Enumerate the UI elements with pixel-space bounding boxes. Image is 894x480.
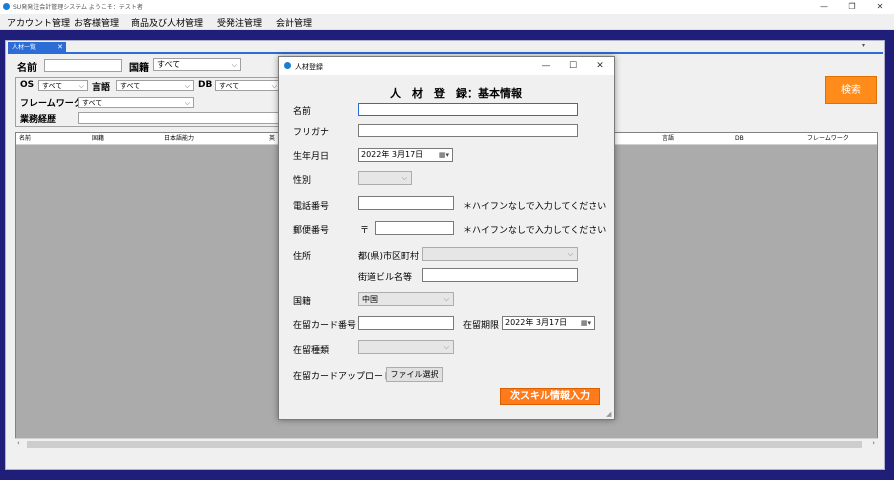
- restore-button[interactable]: ❐: [838, 0, 866, 14]
- postal-mark: 〒: [360, 226, 370, 236]
- residence-card-input[interactable]: [358, 316, 454, 330]
- street-input[interactable]: [422, 268, 578, 282]
- filter-db-select[interactable]: すべて ⌵: [215, 80, 281, 91]
- address-label: 住所: [293, 252, 312, 262]
- dialog-title: 人材登録: [295, 63, 323, 71]
- tab-dropdown-icon[interactable]: ▾: [862, 42, 865, 49]
- column-header[interactable]: 名前: [19, 133, 31, 144]
- name-input[interactable]: [358, 103, 578, 116]
- app-icon: [3, 3, 10, 10]
- upload-label: 在留カードアップロード: [293, 372, 393, 382]
- background-band: [0, 30, 894, 40]
- horizontal-scrollbar[interactable]: ‹ ›: [15, 438, 878, 450]
- calendar-icon[interactable]: ▦▾: [581, 317, 591, 329]
- next-skill-button[interactable]: 次スキル情報入力: [500, 388, 600, 405]
- minimize-button[interactable]: —: [810, 0, 838, 14]
- column-header[interactable]: フレームワーク: [807, 133, 849, 144]
- column-header[interactable]: 英: [269, 133, 275, 144]
- filter-name-input[interactable]: [44, 59, 122, 72]
- filter-os-value: すべて: [42, 82, 63, 90]
- chevron-down-icon: ⌵: [184, 99, 190, 107]
- residence-period-value: 2022年 3月17日: [505, 318, 568, 327]
- birthday-label: 生年月日: [293, 152, 330, 162]
- search-button[interactable]: 検索: [825, 76, 877, 104]
- filter-lang-select[interactable]: すべて ⌵: [116, 80, 194, 91]
- filter-framework-label: フレームワーク: [20, 99, 83, 109]
- street-label: 街道ビル名等: [358, 273, 413, 283]
- postal-note: ＊ハイフンなしで入力してください: [463, 226, 607, 236]
- filter-country-value: すべて: [157, 60, 181, 69]
- birthday-value: 2022年 3月17日: [361, 150, 424, 159]
- chevron-down-icon: ⌵: [271, 82, 277, 90]
- chevron-down-icon: ⌵: [78, 82, 84, 90]
- phone-input[interactable]: [358, 196, 454, 210]
- residence-period-label: 在留期限: [463, 321, 500, 331]
- close-button[interactable]: ✕: [866, 0, 894, 14]
- window-title: SU発発注会計管理システム ようこそ：テスト者: [13, 4, 143, 11]
- nationality-value: 中国: [362, 295, 378, 304]
- phone-label: 電話番号: [293, 202, 330, 212]
- chevron-down-icon: ⌵: [401, 174, 407, 182]
- main-titlebar: SU発発注会計管理システム ようこそ：テスト者 — ❐ ✕: [0, 0, 894, 14]
- postal-label: 郵便番号: [293, 226, 330, 236]
- dialog-minimize-button[interactable]: —: [533, 58, 559, 74]
- filter-lang-value: すべて: [120, 82, 141, 90]
- postal-input[interactable]: [375, 221, 454, 235]
- column-header[interactable]: DB: [735, 133, 744, 144]
- menu-orders[interactable]: 受発注管理: [217, 16, 262, 29]
- filter-os-select[interactable]: すべて ⌵: [38, 80, 88, 91]
- dialog-maximize-button[interactable]: ☐: [560, 58, 586, 74]
- name-label: 名前: [293, 107, 312, 117]
- menu-product-hr[interactable]: 商品及び人材管理: [131, 16, 203, 29]
- chevron-down-icon: ⌵: [231, 61, 237, 69]
- filter-db-label: DB: [198, 80, 213, 90]
- menu-account[interactable]: アカウント管理: [7, 16, 70, 29]
- gender-select[interactable]: ⌵: [358, 171, 412, 185]
- nationality-label: 国籍: [293, 297, 312, 307]
- nationality-select[interactable]: 中国 ⌵: [358, 292, 454, 306]
- prefecture-select[interactable]: ⌵: [422, 247, 578, 261]
- menu-customer[interactable]: お客様管理: [74, 16, 119, 29]
- residence-period-picker[interactable]: 2022年 3月17日 ▦▾: [502, 316, 595, 330]
- tab-label: 人材一覧: [12, 44, 37, 51]
- menu-bar: アカウント管理 お客様管理 商品及び人材管理 受発注管理 会計管理: [0, 14, 894, 30]
- residence-card-label: 在留カード番号: [293, 321, 357, 331]
- chevron-down-icon: ⌵: [443, 343, 449, 351]
- column-header[interactable]: 国籍: [92, 133, 104, 144]
- residence-type-label: 在留種類: [293, 346, 330, 356]
- chevron-down-icon: ⌵: [443, 295, 449, 303]
- calendar-icon[interactable]: ▦▾: [439, 149, 449, 161]
- tab-underline: [8, 52, 883, 54]
- column-header[interactable]: 日本語能力: [164, 133, 194, 144]
- dialog-close-button[interactable]: ✕: [587, 58, 613, 74]
- filter-framework-select[interactable]: すべて ⌵: [78, 97, 194, 108]
- dialog-app-icon: [284, 62, 291, 69]
- prefecture-label: 都(県)市区町村: [358, 252, 420, 262]
- filter-os-label: OS: [20, 80, 35, 90]
- filter-name-label: 名前: [17, 63, 37, 74]
- filter-history-input[interactable]: [78, 112, 283, 124]
- phone-note: ＊ハイフンなしで入力してください: [463, 202, 607, 212]
- filter-framework-value: すべて: [82, 99, 103, 107]
- scroll-thumb[interactable]: [27, 441, 862, 448]
- birthday-picker[interactable]: 2022年 3月17日 ▦▾: [358, 148, 453, 162]
- scroll-left-icon[interactable]: ‹: [17, 439, 20, 447]
- filter-db-value: すべて: [219, 82, 240, 90]
- column-header[interactable]: 言語: [662, 133, 674, 144]
- filter-country-label: 国籍: [129, 63, 149, 74]
- chevron-down-icon: ⌵: [184, 82, 190, 90]
- furigana-input[interactable]: [358, 124, 578, 137]
- menu-accounting[interactable]: 会計管理: [276, 16, 312, 29]
- chevron-down-icon: ⌵: [567, 250, 573, 258]
- dialog-heading: 人 材 登 録：基本情報: [390, 87, 522, 100]
- gender-label: 性別: [293, 176, 312, 186]
- residence-type-select[interactable]: ⌵: [358, 340, 454, 354]
- scroll-right-icon[interactable]: ›: [872, 439, 875, 447]
- furigana-label: フリガナ: [293, 128, 330, 138]
- filter-lang-label: 言語: [92, 83, 111, 93]
- file-select-button[interactable]: ファイル選択: [386, 367, 443, 382]
- resize-grip-icon[interactable]: ◢: [606, 410, 611, 418]
- filter-history-label: 業務経歴: [20, 115, 57, 125]
- filter-country-select[interactable]: すべて ⌵: [153, 58, 241, 71]
